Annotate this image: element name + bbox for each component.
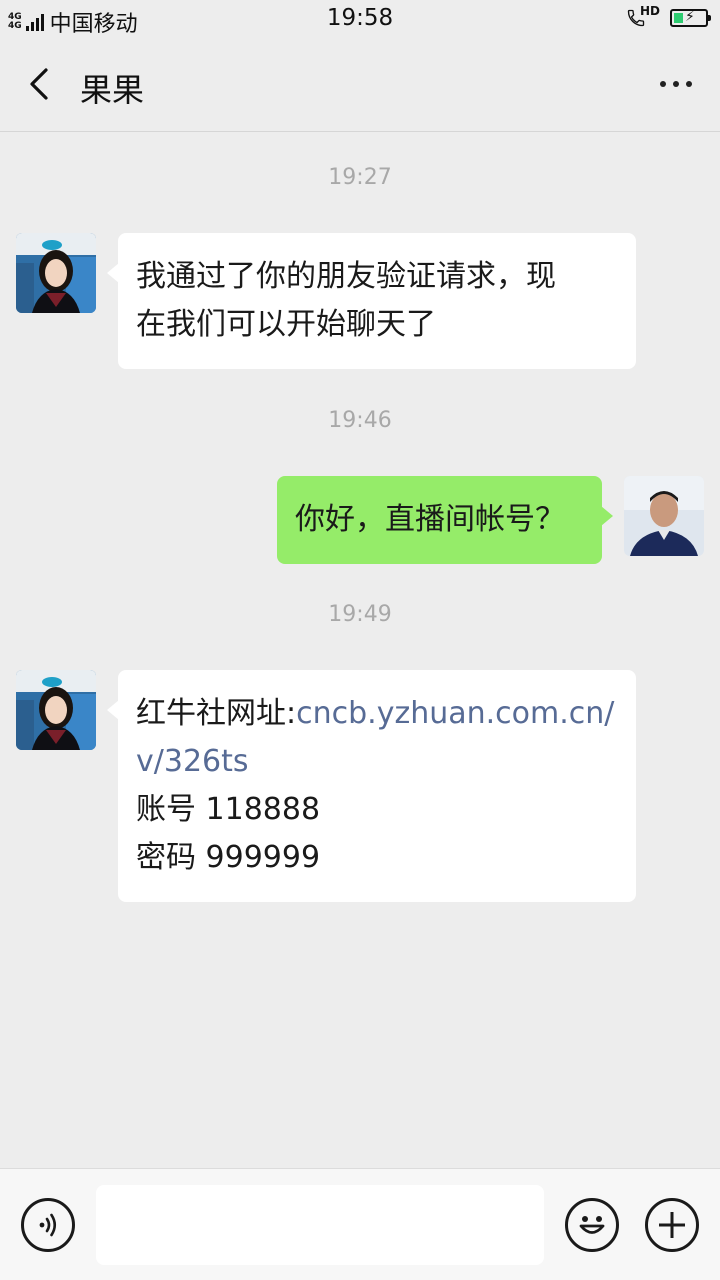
- emoji-button[interactable]: [565, 1198, 619, 1252]
- my-avatar[interactable]: [624, 476, 704, 556]
- status-time: 19:58: [326, 5, 394, 31]
- incoming-message-bubble[interactable]: 红牛社网址:cncb.yzhuan.com.cn/ v/326ts 账号 118…: [107, 670, 636, 902]
- plus-icon: [659, 1212, 685, 1238]
- voice-icon: [39, 1213, 57, 1237]
- more-dot: [660, 81, 666, 87]
- charging-icon: ⚡: [685, 9, 695, 25]
- url-prefix: 红牛社网址:: [136, 696, 297, 731]
- outgoing-message-bubble[interactable]: 你好，直播间帐号？: [277, 476, 613, 564]
- status-bar: 4G 4G 中国移动 19:58 HD ⚡: [0, 0, 720, 38]
- hd-call-icon: HD: [626, 4, 661, 30]
- message-text-line: 在我们可以开始聊天了: [136, 307, 436, 342]
- message-url-line: 红牛社网址:cncb.yzhuan.com.cn/: [136, 690, 618, 738]
- battery-fill: [674, 13, 683, 23]
- emoji-icon: [579, 1216, 605, 1234]
- more-functions-button[interactable]: [645, 1198, 699, 1252]
- voice-button[interactable]: [21, 1198, 75, 1252]
- chat-header: 果果: [0, 38, 720, 132]
- chevron-left-icon: [30, 68, 48, 100]
- more-dot: [673, 81, 679, 87]
- incoming-message-bubble[interactable]: 我通过了你的朋友验证请求，现 在我们可以开始聊天了: [107, 233, 636, 369]
- message-text-line: 我通过了你的朋友验证请求，现: [136, 259, 556, 294]
- url-link[interactable]: cncb.yzhuan.com.cn/: [296, 696, 614, 731]
- message-timestamp: 19:27: [328, 165, 392, 190]
- battery-icon: ⚡: [670, 9, 711, 27]
- message-text: 你好，直播间帐号？: [295, 502, 565, 537]
- status-right: HD ⚡: [626, 4, 711, 30]
- account-line: 账号 118888: [136, 792, 321, 827]
- contact-avatar[interactable]: [16, 233, 96, 313]
- more-dot: [686, 81, 692, 87]
- password-line: 密码 999999: [136, 840, 321, 875]
- message-timestamp: 19:46: [328, 408, 392, 433]
- back-button[interactable]: [22, 66, 58, 102]
- message-timestamp: 19:49: [328, 602, 392, 627]
- contact-avatar[interactable]: [16, 670, 96, 750]
- input-bar: [0, 1168, 720, 1280]
- more-button[interactable]: [654, 64, 698, 104]
- hd-label: HD: [640, 4, 661, 18]
- url-link-continued[interactable]: v/326ts: [136, 738, 618, 786]
- message-input[interactable]: [96, 1185, 544, 1265]
- chat-title: 果果: [80, 71, 145, 109]
